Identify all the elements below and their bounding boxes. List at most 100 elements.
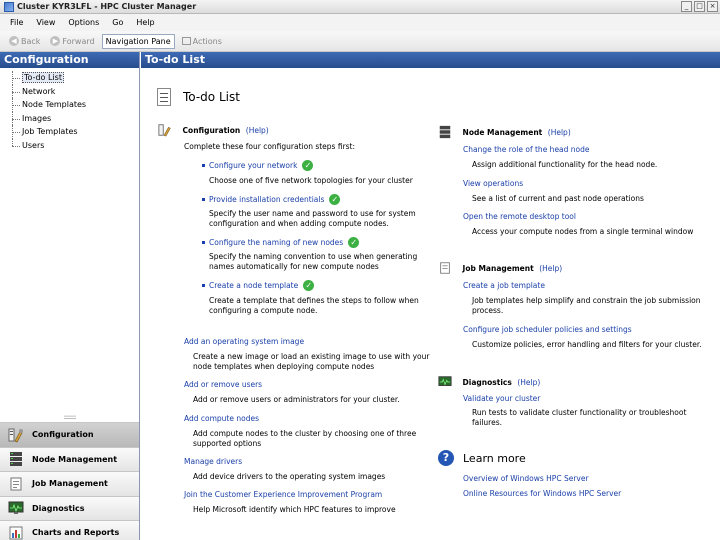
- learn-link-online-resources[interactable]: Online Resources for Windows HPC Server: [463, 489, 621, 498]
- step-link-create-node-template[interactable]: Create a node template: [209, 281, 298, 290]
- job-management-help-link[interactable]: (Help): [539, 264, 562, 273]
- task-link-join-ceip[interactable]: Join the Customer Experience Improvement…: [184, 490, 382, 499]
- menu-go[interactable]: Go: [112, 18, 123, 27]
- tree-item-todo-list[interactable]: To-do List: [10, 71, 139, 85]
- bullet-icon: [202, 284, 205, 287]
- nav-button-label: Node Management: [32, 454, 118, 464]
- forward-arrow-icon: ▶: [50, 36, 61, 46]
- learn-more-title: Learn more: [463, 451, 526, 465]
- learn-link-overview[interactable]: Overview of Windows HPC Server: [463, 474, 589, 483]
- nav-button-diagnostics[interactable]: Diagnostics: [0, 495, 139, 520]
- task-desc: Job templates help simplify and constrai…: [472, 296, 701, 315]
- configuration-section-header: Configuration (Help): [158, 123, 269, 137]
- actions-pane-icon: [181, 37, 191, 45]
- menu-help[interactable]: Help: [136, 18, 154, 27]
- step-row: Create a node template ✓: [202, 280, 315, 291]
- task-desc: Assign additional functionality for the …: [472, 160, 658, 169]
- back-arrow-icon: ◀: [9, 36, 19, 46]
- tree-item-label: Node Templates: [22, 100, 87, 109]
- todo-list-icon: [157, 88, 171, 106]
- window-controls: _ □ ×: [681, 1, 718, 12]
- bullet-icon: [202, 198, 205, 201]
- page-title-row: To-do List: [157, 88, 240, 106]
- forward-label: Forward: [62, 36, 95, 46]
- node-management-icon: [10, 452, 22, 467]
- task-link-configure-job-scheduler[interactable]: Configure job scheduler policies and set…: [463, 325, 632, 334]
- title-bar: Cluster KYR3LFL - HPC Cluster Manager _ …: [0, 0, 720, 14]
- tree-item-label: To-do List: [22, 72, 64, 83]
- task-link-view-operations[interactable]: View operations: [463, 179, 523, 188]
- app-icon: [4, 1, 14, 12]
- bullet-icon: [202, 164, 205, 167]
- nav-button-label: Diagnostics: [32, 503, 85, 513]
- toolbar: ◀ Back ▶ Forward Navigation Pane Actions: [0, 31, 720, 52]
- task-link-open-remote-desktop[interactable]: Open the remote desktop tool: [463, 212, 576, 221]
- charts-and-reports-icon: [9, 526, 23, 540]
- task-desc: Run tests to validate cluster functional…: [472, 408, 687, 427]
- step-row: Configure the naming of new nodes ✓: [202, 237, 360, 248]
- configuration-help-link[interactable]: (Help): [246, 126, 269, 135]
- configuration-icon: [8, 428, 23, 443]
- task-desc: Add device drivers to the operating syst…: [193, 472, 386, 481]
- menu-options[interactable]: Options: [68, 18, 99, 27]
- tree-item-label: Network: [22, 86, 56, 96]
- nav-button-configuration[interactable]: Configuration: [0, 422, 139, 447]
- checkmark-icon: ✓: [329, 194, 341, 205]
- checkmark-icon: ✓: [348, 237, 360, 248]
- tree-item-job-templates[interactable]: Job Templates: [10, 125, 139, 139]
- task-desc: Customize policies, error handling and f…: [472, 340, 702, 349]
- task-link-validate-cluster[interactable]: Validate your cluster: [463, 394, 540, 403]
- close-button[interactable]: ×: [707, 1, 718, 12]
- page-title: To-do List: [183, 90, 240, 104]
- learn-more-header: ? Learn more: [438, 450, 526, 466]
- step-link-provide-credentials[interactable]: Provide installation credentials: [209, 195, 324, 204]
- navigation-pane-button[interactable]: Navigation Pane: [101, 33, 175, 49]
- task-desc: Create a new image or load an existing i…: [193, 352, 430, 371]
- back-button[interactable]: ◀ Back: [6, 34, 43, 49]
- tree-item-users[interactable]: Users: [10, 138, 139, 153]
- menu-file[interactable]: File: [10, 18, 23, 27]
- step-desc: Specify the naming convention to use whe…: [209, 252, 418, 271]
- minimize-button[interactable]: _: [681, 1, 692, 12]
- tree-item-images[interactable]: Images: [10, 111, 139, 126]
- task-desc: Add compute nodes to the cluster by choo…: [193, 429, 417, 448]
- step-link-configure-naming[interactable]: Configure the naming of new nodes: [209, 238, 343, 247]
- configuration-intro: Complete these four configuration steps …: [184, 142, 356, 151]
- diagnostics-section-header: Diagnostics (Help): [438, 375, 540, 389]
- node-management-title: Node Management: [462, 127, 543, 137]
- back-label: Back: [21, 36, 41, 46]
- task-desc: Access your compute nodes from a single …: [472, 227, 694, 236]
- node-management-help-link[interactable]: (Help): [548, 128, 571, 137]
- task-link-add-os-image[interactable]: Add an operating system image: [184, 337, 304, 346]
- tree-item-label: Images: [22, 113, 52, 123]
- task-link-add-remove-users[interactable]: Add or remove users: [184, 380, 262, 389]
- menu-bar: File View Options Go Help: [0, 14, 720, 31]
- job-management-section-header: Job Management (Help): [438, 261, 562, 275]
- step-row: Provide installation credentials ✓: [202, 194, 341, 205]
- pane-splitter[interactable]: ::::::::::::: [0, 414, 139, 422]
- actions-button[interactable]: Actions: [179, 34, 225, 49]
- diagnostics-help-link[interactable]: (Help): [517, 378, 540, 387]
- main-header: To-do List: [141, 52, 720, 68]
- diagnostics-icon: [8, 501, 24, 515]
- diagnostics-title: Diagnostics: [462, 377, 512, 387]
- main-pane: To-do List To-do List Configuration (Hel…: [141, 52, 720, 540]
- nav-button-charts-and-reports[interactable]: Charts and Reports: [0, 520, 139, 540]
- help-question-icon: ?: [438, 450, 454, 466]
- tree-item-node-templates[interactable]: Node Templates: [10, 98, 139, 112]
- forward-button[interactable]: ▶ Forward: [47, 34, 97, 49]
- task-link-manage-drivers[interactable]: Manage drivers: [184, 457, 242, 466]
- task-link-change-head-node-role[interactable]: Change the role of the head node: [463, 145, 590, 154]
- task-link-create-job-template[interactable]: Create a job template: [463, 281, 545, 290]
- task-desc: Help Microsoft identify which HPC featur…: [193, 505, 396, 514]
- configuration-icon: [158, 124, 171, 137]
- maximize-button[interactable]: □: [694, 1, 705, 12]
- step-link-configure-network[interactable]: Configure your network: [209, 161, 297, 170]
- nav-button-label: Job Management: [32, 479, 108, 489]
- tree-item-network[interactable]: Network: [10, 84, 139, 99]
- nav-button-node-management[interactable]: Node Management: [0, 446, 139, 471]
- step-desc: Create a template that defines the steps…: [209, 296, 419, 315]
- nav-button-job-management[interactable]: Job Management: [0, 471, 139, 496]
- menu-view[interactable]: View: [36, 18, 55, 27]
- task-link-add-compute-nodes[interactable]: Add compute nodes: [184, 414, 259, 423]
